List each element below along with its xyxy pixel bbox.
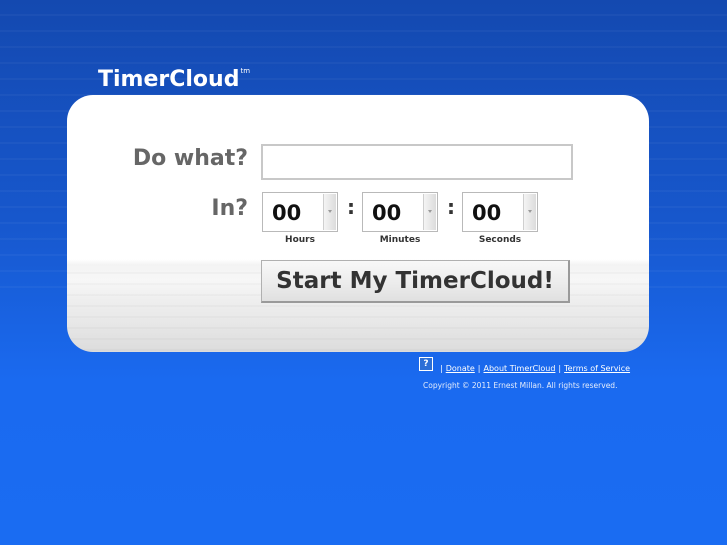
about-link[interactable]: About TimerCloud	[484, 364, 556, 373]
start-timer-button[interactable]: Start My TimerCloud!	[261, 260, 570, 303]
chevron-down-icon[interactable]	[523, 194, 536, 230]
seconds-value: 00	[472, 201, 502, 225]
trademark-mark: tm	[240, 67, 251, 75]
copyright-text: Copyright © 2011 Ernest Millan. All righ…	[423, 381, 618, 390]
chevron-down-icon[interactable]	[323, 194, 336, 230]
donate-link[interactable]: Donate	[446, 364, 475, 373]
hours-select[interactable]: 00	[262, 192, 338, 232]
minutes-select[interactable]: 00	[362, 192, 438, 232]
logo-text: TimerCloud	[98, 67, 240, 92]
minutes-value: 00	[372, 201, 402, 225]
terms-link[interactable]: Terms of Service	[564, 364, 630, 373]
hours-value: 00	[272, 201, 302, 225]
task-label: Do what?	[132, 146, 248, 171]
footer-links: | Donate | About TimerCloud | Terms of Servic…	[437, 364, 630, 373]
time-separator: :	[347, 195, 355, 219]
task-input[interactable]	[261, 144, 573, 180]
hours-unit-label: Hours	[285, 235, 315, 245]
link-separator: |	[477, 364, 481, 373]
chevron-down-icon[interactable]	[423, 194, 436, 230]
help-icon[interactable]: ?	[419, 357, 433, 371]
link-separator: |	[440, 364, 443, 373]
seconds-select[interactable]: 00	[462, 192, 538, 232]
minutes-unit-label: Minutes	[379, 235, 421, 245]
time-separator: :	[447, 195, 455, 219]
link-separator: |	[558, 364, 562, 373]
time-label: In?	[211, 196, 248, 221]
logo: TimerCloudtm	[98, 67, 250, 92]
timer-form-card: Do what? In? 00 : 00 : 00 Hours Minutes …	[67, 95, 649, 352]
seconds-unit-label: Seconds	[478, 235, 522, 245]
